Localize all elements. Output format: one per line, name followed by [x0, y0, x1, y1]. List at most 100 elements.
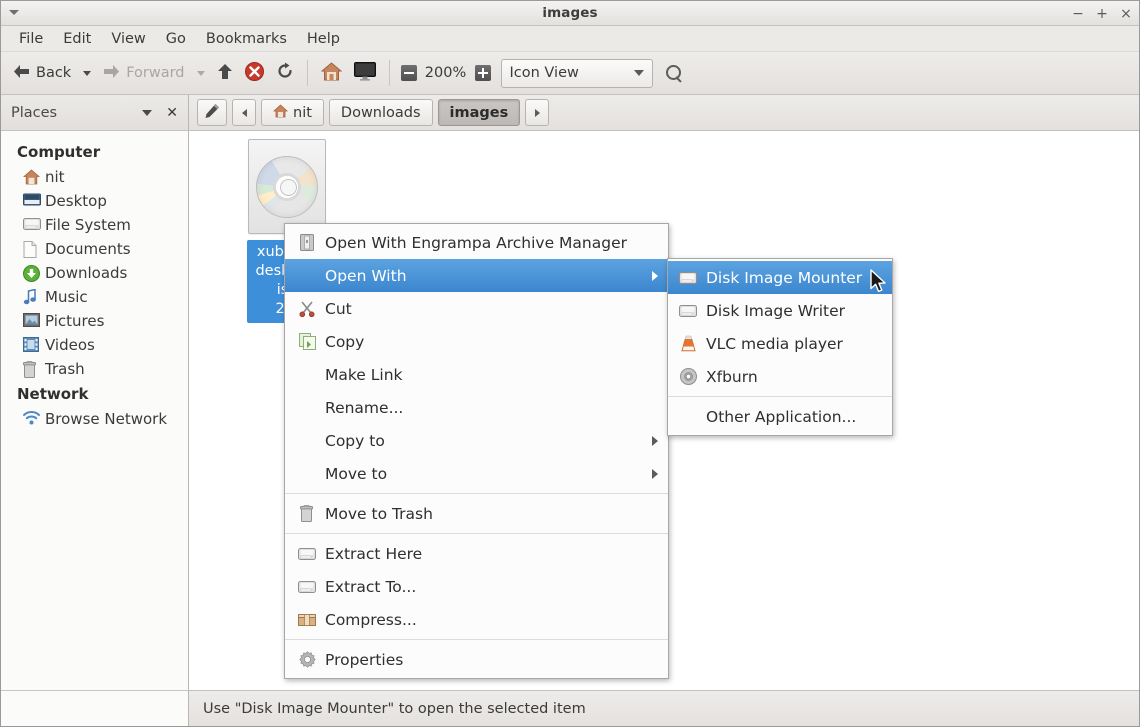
- submenu-item-label: Disk Image Writer: [706, 301, 845, 320]
- context-menu-item-label: Move to Trash: [325, 504, 433, 523]
- menu-edit[interactable]: Edit: [53, 28, 101, 50]
- submenu-item-label: Xfburn: [706, 367, 758, 386]
- breadcrumb-scroll-left[interactable]: [232, 99, 256, 126]
- context-menu-item-extract-to[interactable]: Extract To...: [285, 570, 668, 603]
- maximize-button[interactable]: +: [1096, 7, 1108, 21]
- back-history-icon[interactable]: [83, 70, 92, 76]
- search-icon[interactable]: [665, 64, 683, 82]
- sidebar-item-label: Documents: [45, 240, 131, 258]
- sidebar-item-downloads[interactable]: Downloads: [1, 261, 188, 285]
- home-button[interactable]: [315, 58, 348, 88]
- menu-help[interactable]: Help: [297, 28, 350, 50]
- sidebar-item-file-system[interactable]: File System: [1, 213, 188, 237]
- sidebar-item-browse-network[interactable]: Browse Network: [1, 407, 188, 431]
- submenu-item-disk-image-mounter[interactable]: Disk Image Mounter: [668, 261, 892, 294]
- breadcrumb-scroll-right[interactable]: [525, 99, 550, 126]
- submenu-item-xfburn[interactable]: Xfburn: [668, 360, 892, 393]
- context-menu-item-open-with[interactable]: Open With: [285, 259, 668, 292]
- context-menu[interactable]: Open With Engrampa Archive Manager Open …: [284, 223, 669, 679]
- sidebar-item-label: File System: [45, 216, 131, 234]
- sidebar-item-videos[interactable]: Videos: [1, 333, 188, 357]
- forward-history-icon[interactable]: [196, 70, 205, 76]
- sidebar-item-pictures[interactable]: Pictures: [1, 309, 188, 333]
- sidebar-item-nit[interactable]: nit: [1, 165, 188, 189]
- context-menu-item-compress[interactable]: Compress...: [285, 603, 668, 636]
- desktop-button[interactable]: [348, 58, 382, 89]
- breadcrumb-item-downloads[interactable]: Downloads: [328, 99, 433, 126]
- status-row: Use "Disk Image Mounter" to open the sel…: [1, 690, 1139, 726]
- zoom-in-icon[interactable]: [474, 65, 491, 81]
- video-icon: [23, 336, 41, 354]
- sidebar-item-label: Trash: [45, 360, 85, 378]
- document-icon: [23, 240, 41, 258]
- breadcrumb-item-images[interactable]: images: [437, 99, 521, 126]
- context-menu-item-properties[interactable]: Properties: [285, 643, 668, 676]
- breadcrumb: nit Downloads images: [189, 95, 1139, 131]
- toolbar: Back Forward 200% Icon View: [1, 52, 1139, 95]
- stop-icon: [244, 61, 264, 85]
- music-note-icon: [23, 288, 41, 306]
- close-button[interactable]: ×: [1120, 7, 1132, 21]
- vlc-icon: [678, 335, 698, 352]
- view-mode-label: Icon View: [509, 65, 579, 81]
- context-menu-item-label: Extract Here: [325, 544, 423, 563]
- menu-go[interactable]: Go: [156, 28, 196, 50]
- submenu-item-other-application[interactable]: Other Application...: [668, 400, 892, 433]
- path-edit-button[interactable]: [197, 99, 227, 126]
- sidebar-item-music[interactable]: Music: [1, 285, 188, 309]
- menu-file[interactable]: File: [9, 28, 53, 50]
- stop-button[interactable]: [239, 58, 270, 89]
- submenu-separator: [668, 396, 892, 397]
- chevron-down-icon[interactable]: [142, 109, 153, 116]
- toolbar-separator: [306, 60, 308, 86]
- back-button[interactable]: Back: [7, 60, 77, 87]
- open-with-submenu[interactable]: Disk Image Mounter Disk Image Writer VLC…: [667, 258, 893, 436]
- desktop-icon: [353, 61, 376, 85]
- minimize-button[interactable]: −: [1072, 7, 1084, 21]
- view-mode-select[interactable]: Icon View: [500, 58, 653, 88]
- context-menu-item-rename[interactable]: Rename...: [285, 391, 668, 424]
- sidebar-item-trash[interactable]: Trash: [1, 357, 188, 381]
- menu-bookmarks[interactable]: Bookmarks: [196, 28, 297, 50]
- desktop-icon: [23, 193, 41, 210]
- context-menu-item-open-with-engrampa[interactable]: Open With Engrampa Archive Manager: [285, 226, 668, 259]
- menu-view[interactable]: View: [101, 28, 155, 50]
- context-menu-item-move-to-trash[interactable]: Move to Trash: [285, 497, 668, 530]
- submenu-item-label: VLC media player: [706, 334, 843, 353]
- home-icon: [272, 103, 289, 122]
- context-menu-item-cut[interactable]: Cut: [285, 292, 668, 325]
- back-arrow-icon: [13, 64, 30, 83]
- close-icon[interactable]: ✕: [166, 105, 178, 121]
- context-menu-item-make-link[interactable]: Make Link: [285, 358, 668, 391]
- zoom-out-icon[interactable]: [400, 65, 417, 81]
- sidebar-item-documents[interactable]: Documents: [1, 237, 188, 261]
- trash-icon: [297, 505, 317, 522]
- submenu-arrow-icon: [652, 468, 658, 479]
- reload-button[interactable]: [270, 58, 300, 88]
- submenu-item-disk-image-writer[interactable]: Disk Image Writer: [668, 294, 892, 327]
- context-menu-item-copy-to[interactable]: Copy to: [285, 424, 668, 457]
- context-menu-item-label: Copy to: [325, 431, 385, 450]
- context-menu-item-label: Move to: [325, 464, 388, 483]
- context-menu-item-move-to[interactable]: Move to: [285, 457, 668, 490]
- picture-icon: [23, 312, 41, 330]
- breadcrumb-item-nit[interactable]: nit: [261, 99, 324, 126]
- places-sidebar: Computer nit Desktop File System Documen…: [1, 131, 189, 690]
- forward-button[interactable]: Forward: [97, 60, 190, 87]
- window-menu-icon[interactable]: [9, 10, 19, 15]
- up-button[interactable]: [211, 59, 239, 88]
- sidebar-item-label: Pictures: [45, 312, 105, 330]
- sidebar-group-network: Network: [17, 385, 89, 403]
- context-menu-item-extract-here[interactable]: Extract Here: [285, 537, 668, 570]
- context-menu-item-label: Extract To...: [325, 577, 417, 596]
- context-menu-item-label: Make Link: [325, 365, 403, 384]
- context-menu-item-label: Properties: [325, 650, 404, 669]
- box-icon: [297, 612, 317, 627]
- submenu-arrow-icon: [652, 435, 658, 446]
- context-menu-item-label: Open With Engrampa Archive Manager: [325, 233, 628, 252]
- submenu-item-label: Other Application...: [706, 407, 857, 426]
- context-menu-item-label: Cut: [325, 299, 352, 318]
- submenu-item-vlc[interactable]: VLC media player: [668, 327, 892, 360]
- context-menu-item-copy[interactable]: Copy: [285, 325, 668, 358]
- sidebar-item-desktop[interactable]: Desktop: [1, 189, 188, 213]
